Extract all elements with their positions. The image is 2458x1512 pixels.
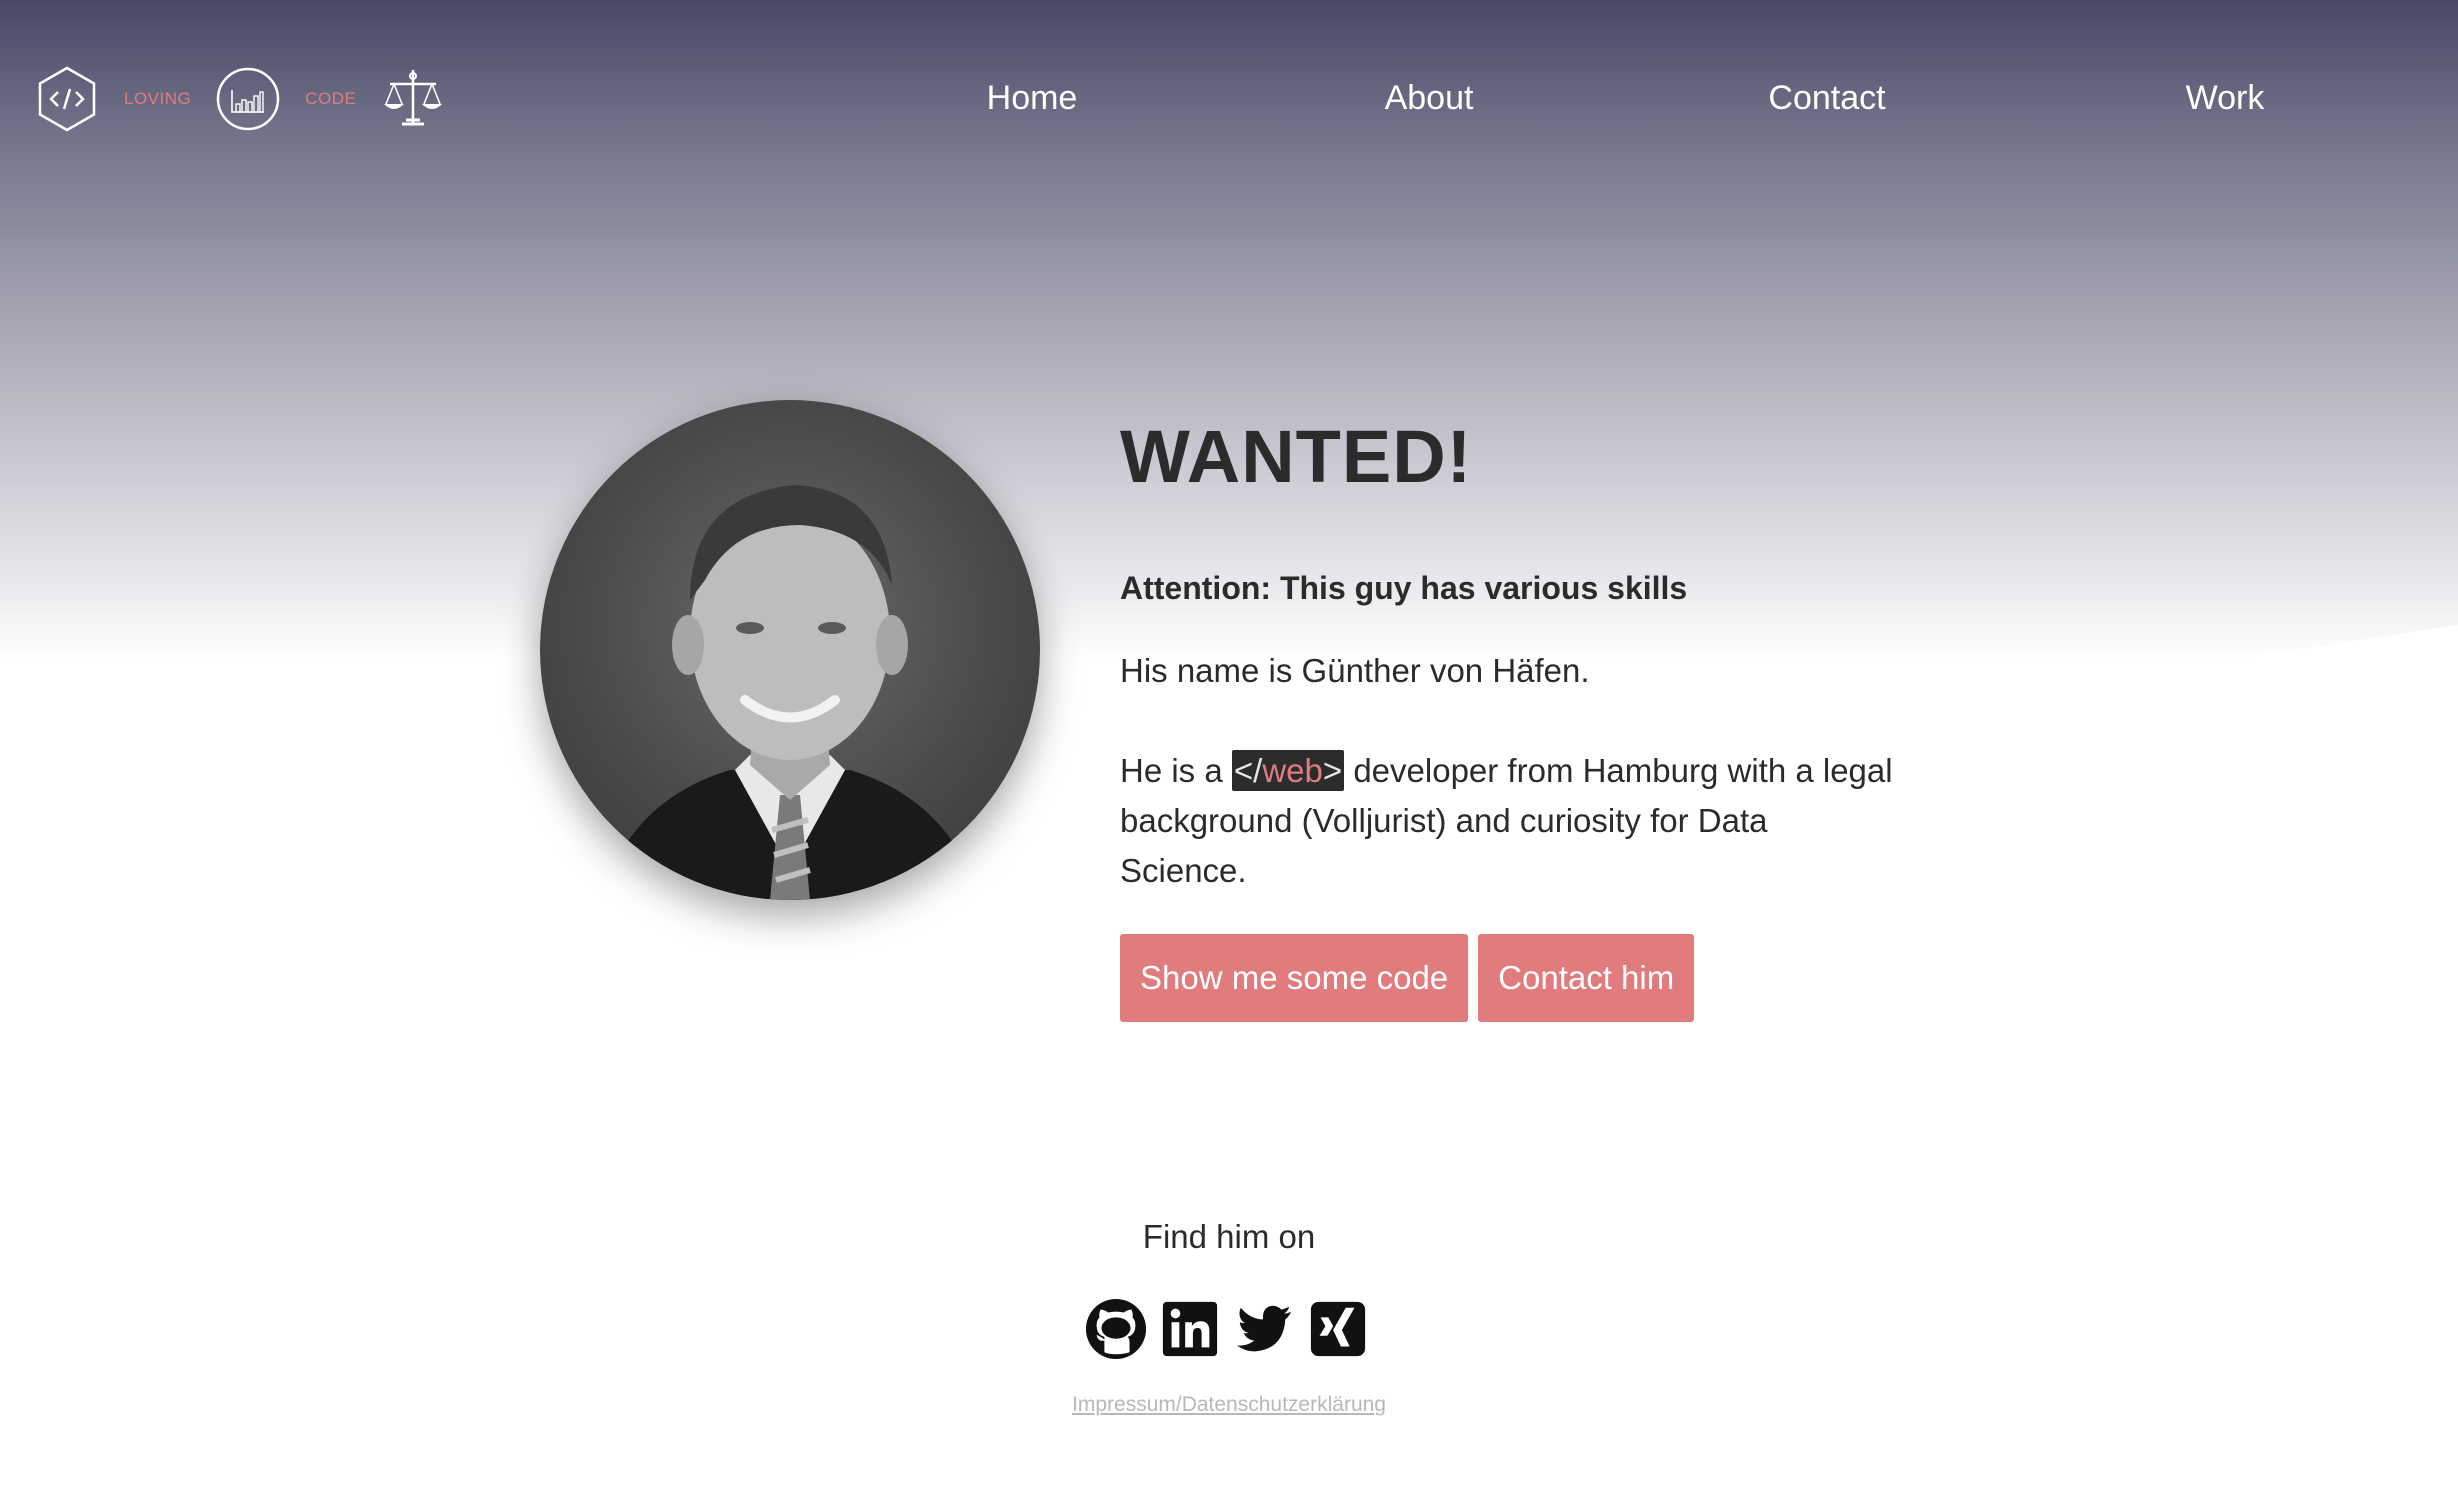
find-him-label: Find him on (0, 1218, 2458, 1256)
show-code-button[interactable]: Show me some code (1120, 934, 1469, 1022)
main-nav: Home About Contact Work (0, 72, 2458, 124)
hero-desc-before: He is a (1120, 752, 1232, 789)
page: LOVING CODE Home About Contact Work WANT… (0, 0, 2458, 1512)
linkedin-icon[interactable] (1159, 1298, 1221, 1360)
find-him-text: Find him on (1142, 1218, 1316, 1255)
hero-title: WANTED! (1120, 415, 1473, 498)
hero-button-row: Show me some code Contact him (1120, 934, 1900, 1022)
hero-name-line: His name is Günther von Häfen. (1120, 652, 1590, 689)
nav-work[interactable]: Work (2186, 72, 2265, 124)
web-tag-badge: </web> (1231, 750, 1345, 791)
portrait-illustration (600, 485, 980, 900)
web-tag-close: > (1322, 752, 1343, 789)
nav-about[interactable]: About (1385, 72, 1474, 124)
impressum-link[interactable]: Impressum/Datenschutzerklärung (0, 1393, 2458, 1417)
github-icon[interactable] (1085, 1298, 1147, 1360)
web-tag-open: </ (1233, 752, 1263, 789)
twitter-icon[interactable] (1233, 1298, 1295, 1360)
web-tag-word: web (1262, 752, 1323, 789)
hero-section: WANTED! Attention: This guy has various … (1120, 410, 1900, 1022)
contact-him-button[interactable]: Contact him (1478, 934, 1695, 1022)
hero-description: He is a </web> developer from Hamburg wi… (1120, 746, 1900, 896)
portrait-photo (540, 400, 1040, 900)
social-links (1085, 1298, 1369, 1360)
xing-icon[interactable] (1307, 1298, 1369, 1360)
nav-home[interactable]: Home (987, 72, 1078, 124)
hero-subtitle: Attention: This guy has various skills (1120, 570, 1688, 606)
nav-contact[interactable]: Contact (1768, 72, 1885, 124)
